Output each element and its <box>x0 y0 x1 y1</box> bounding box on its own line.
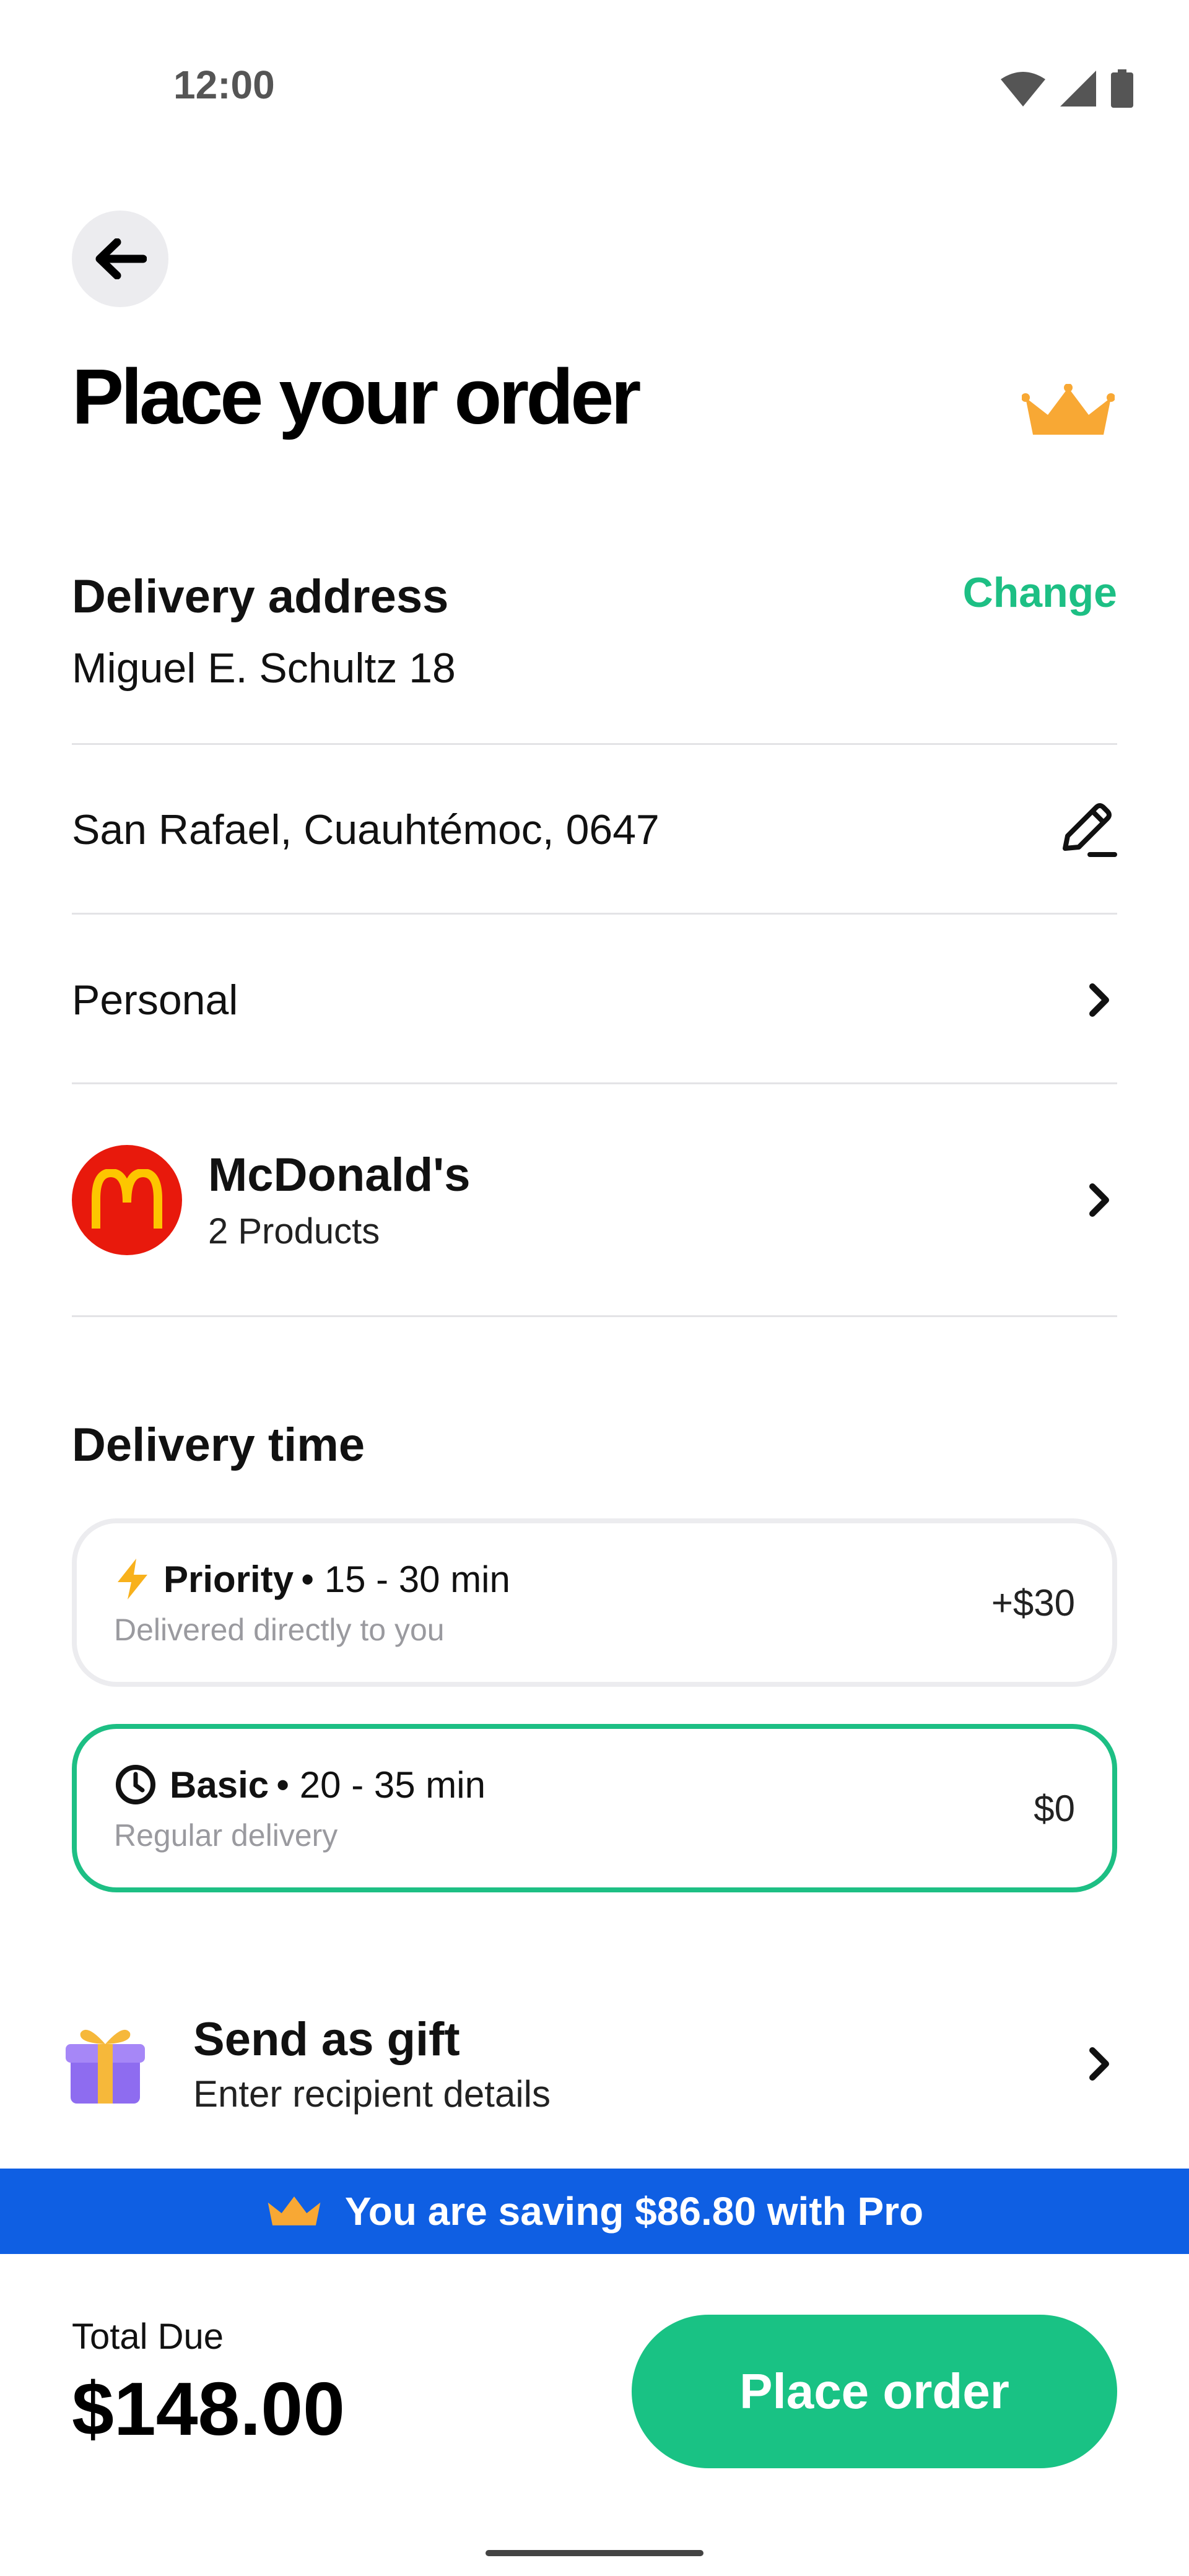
basic-option-subtitle: Regular delivery <box>114 1818 338 1853</box>
divider <box>72 913 1117 915</box>
address-text: San Rafael, Cuauhtémoc, 0647 <box>72 806 660 853</box>
total-due-amount: $148.00 <box>72 2367 345 2451</box>
pro-savings-banner: You are saving $86.80 with Pro <box>0 2169 1189 2254</box>
priority-option-name: Priority <box>163 1558 294 1600</box>
home-indicator[interactable] <box>486 2550 703 2556</box>
divider <box>72 1315 1117 1317</box>
chevron-right-icon <box>1089 983 1109 1017</box>
delivery-address-title: Delivery address <box>72 570 449 623</box>
restaurant-text: McDonald's 2 Products <box>208 1148 470 1252</box>
total-due-label: Total Due <box>72 2317 224 2357</box>
change-address-link[interactable]: Change <box>963 568 1117 617</box>
crown-icon <box>268 2196 321 2226</box>
basic-option-price: $0 <box>1034 1787 1075 1829</box>
signal-icon <box>1060 71 1096 107</box>
basic-option-name: Basic <box>170 1764 269 1806</box>
priority-option-price: +$30 <box>991 1582 1075 1624</box>
restaurant-row[interactable]: McDonald's 2 Products <box>72 1144 1117 1256</box>
gift-title: Send as gift <box>193 2013 460 2066</box>
clock-icon <box>116 1765 155 1804</box>
chevron-right-icon <box>1089 1183 1109 1217</box>
basic-option-line: Basic • 20 - 35 min <box>114 1763 486 1806</box>
priority-option-text: Priority • 15 - 30 min Delivered directl… <box>114 1558 510 1648</box>
gift-text: Send as gift Enter recipient details <box>193 2012 551 2115</box>
gift-icon <box>66 2029 145 2104</box>
wifi-icon <box>1001 72 1045 107</box>
address-row[interactable]: San Rafael, Cuauhtémoc, 0647 <box>72 786 1117 873</box>
back-button[interactable] <box>72 211 168 307</box>
delivery-time-title: Delivery time <box>72 1419 365 1471</box>
arrow-left-icon <box>95 238 147 279</box>
mcdonalds-logo <box>72 1145 182 1255</box>
divider <box>72 743 1117 745</box>
address-type-label: Personal <box>72 977 238 1024</box>
priority-delivery-option[interactable]: Priority • 15 - 30 min Delivered directl… <box>72 1518 1117 1687</box>
basic-option-text: Basic • 20 - 35 min Regular delivery <box>114 1763 486 1853</box>
order-footer: Total Due $148.00 Place order <box>0 2254 1189 2576</box>
chevron-right-icon <box>1089 2047 1109 2081</box>
status-icons <box>1001 69 1133 108</box>
place-order-screen: 12:00 Place your order Delivery address … <box>0 0 1189 2576</box>
restaurant-info: McDonald's 2 Products <box>72 1145 470 1255</box>
savings-text: You are saving $86.80 with Pro <box>344 2189 924 2234</box>
gift-info: Send as gift Enter recipient details <box>62 2012 551 2115</box>
golden-arches-icon <box>92 1169 162 1229</box>
basic-delivery-option[interactable]: Basic • 20 - 35 min Regular delivery $0 <box>72 1724 1117 1892</box>
address-type-row[interactable]: Personal <box>72 957 1117 1043</box>
crown-icon <box>1022 384 1115 435</box>
priority-option-time: • 15 - 30 min <box>301 1558 510 1600</box>
restaurant-products-count: 2 Products <box>208 1211 380 1251</box>
recipient-name: Miguel E. Schultz 18 <box>72 645 456 692</box>
restaurant-name: McDonald's <box>208 1149 471 1201</box>
send-as-gift-row[interactable]: Send as gift Enter recipient details <box>62 2012 1117 2115</box>
pencil-icon[interactable] <box>1058 800 1117 859</box>
divider <box>72 1082 1117 1084</box>
battery-icon <box>1111 69 1133 108</box>
place-order-button[interactable]: Place order <box>632 2315 1117 2468</box>
basic-option-time: • 20 - 35 min <box>276 1764 486 1806</box>
lightning-icon <box>118 1559 147 1599</box>
page-title: Place your order <box>72 353 641 440</box>
priority-option-line: Priority • 15 - 30 min <box>114 1558 510 1601</box>
status-time: 12:00 <box>173 63 275 107</box>
priority-option-subtitle: Delivered directly to you <box>114 1612 445 1647</box>
gift-subtitle: Enter recipient details <box>193 2073 551 2115</box>
